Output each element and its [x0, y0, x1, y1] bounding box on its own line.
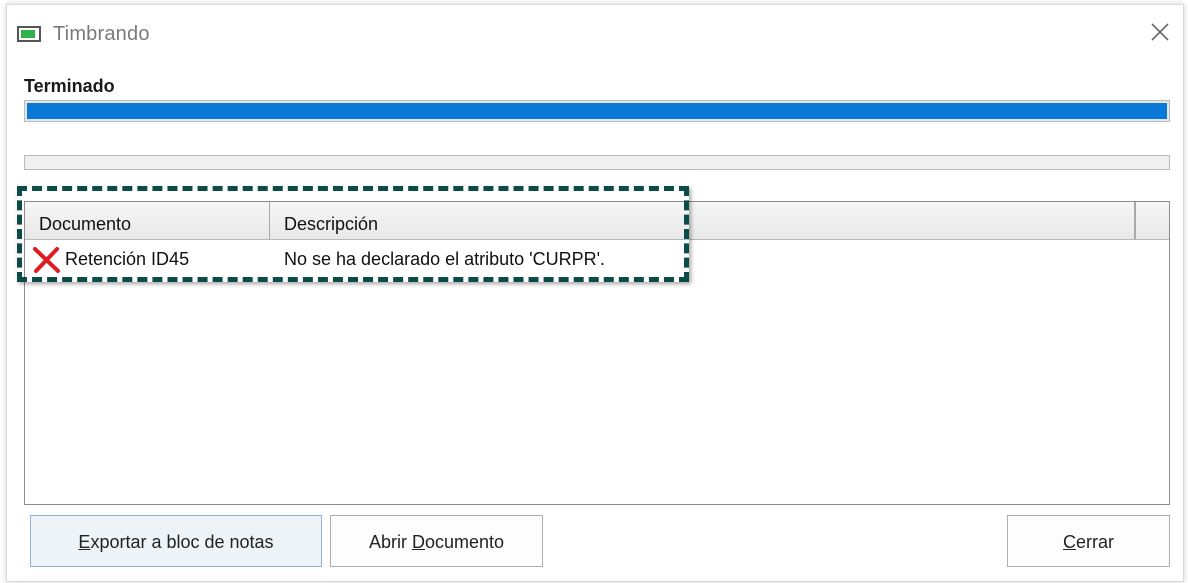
close-icon[interactable] — [1147, 19, 1173, 45]
table-row[interactable]: Retención ID45 No se ha declarado el atr… — [25, 244, 1169, 274]
results-list[interactable]: Documento Descripción Retención ID45 No … — [24, 201, 1170, 505]
cell-documento: Retención ID45 — [65, 249, 190, 269]
column-header-descripcion[interactable]: Descripción — [270, 202, 1135, 239]
error-x-icon — [31, 246, 61, 274]
cell-descripcion: No se ha declarado el atributo 'CURPR'. — [284, 249, 606, 269]
secondary-progress-bar — [24, 155, 1170, 170]
main-progress-fill — [27, 103, 1167, 119]
title-bar: Timbrando — [7, 5, 1183, 55]
status-label: Terminado — [24, 76, 115, 96]
open-document-button[interactable]: Abrir Documento — [330, 515, 543, 567]
list-header: Documento Descripción — [25, 202, 1169, 240]
window-title: Timbrando — [53, 23, 150, 45]
close-button[interactable]: Cerrar — [1007, 515, 1170, 567]
main-progress-bar — [24, 100, 1170, 122]
column-header-filler — [1135, 202, 1169, 239]
column-header-documento[interactable]: Documento — [25, 202, 270, 239]
export-notepad-button[interactable]: Exportar a bloc de notas — [30, 515, 322, 567]
app-window-icon — [17, 26, 41, 42]
